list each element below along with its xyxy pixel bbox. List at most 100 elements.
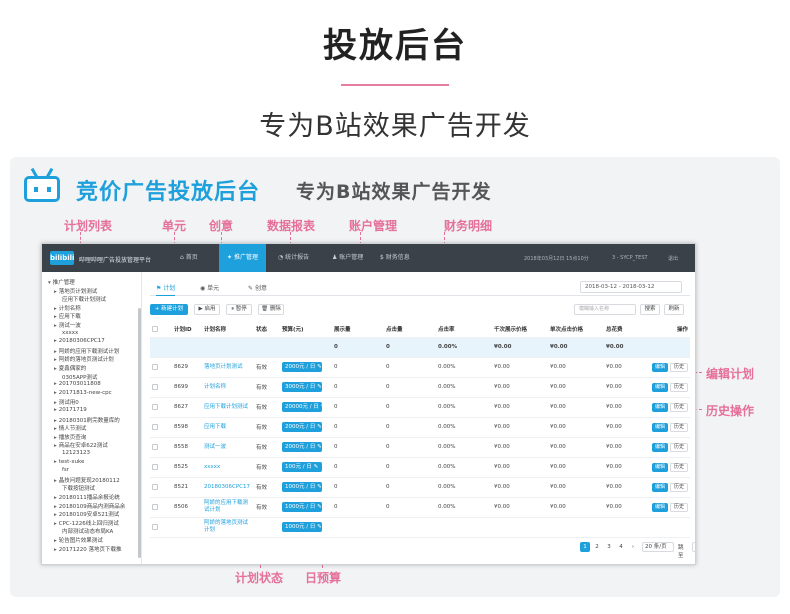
edit-button[interactable]: 编辑 bbox=[651, 442, 668, 452]
history-button[interactable]: 历史 bbox=[669, 362, 688, 372]
tree-item[interactable]: ▸ 20180109商品内测商品余 bbox=[54, 502, 125, 510]
tree-item[interactable]: ▸ 阿娇的落地页测试计划 bbox=[54, 355, 114, 363]
tree-item[interactable]: 12123123 bbox=[54, 450, 90, 456]
row-checkbox[interactable] bbox=[152, 503, 158, 510]
tree-item[interactable]: ▸ 20180306CPC17 bbox=[54, 338, 105, 344]
daily-budget-button[interactable]: 2000元 / 日 ✎ bbox=[282, 422, 322, 432]
pause-button[interactable]: ⏸ 暂停 bbox=[226, 304, 252, 315]
tree-arrow-icon[interactable]: ▸ bbox=[54, 314, 57, 320]
plan-name-link[interactable]: 测试一波 bbox=[202, 437, 254, 458]
tree-item[interactable]: ▸ 落地页计划测试 bbox=[54, 287, 97, 295]
tree-item[interactable]: 内部测试动态布局KA bbox=[54, 527, 113, 535]
tree-arrow-icon[interactable]: ▸ bbox=[54, 443, 57, 449]
tree-arrow-icon[interactable]: ▸ bbox=[54, 289, 57, 295]
tree-item[interactable]: 应用下载计划测试 bbox=[54, 295, 106, 303]
daily-budget-button[interactable]: 1000元 / 日 ✎ bbox=[282, 502, 322, 512]
col-header[interactable]: 状态 bbox=[254, 322, 280, 338]
nav-finance[interactable]: $ 财务信息 bbox=[372, 244, 418, 272]
tree-item[interactable]: xxxxx bbox=[54, 330, 78, 336]
tree-item[interactable]: ▸ 计划名称 bbox=[54, 304, 81, 312]
history-button[interactable]: 历史 bbox=[669, 502, 688, 512]
row-checkbox[interactable] bbox=[152, 523, 158, 530]
row-checkbox[interactable] bbox=[152, 483, 158, 490]
tree-arrow-icon[interactable]: ▸ bbox=[54, 538, 57, 544]
edit-button[interactable]: 编辑 bbox=[651, 402, 668, 412]
tab-unit[interactable]: ◉ 单元 bbox=[200, 282, 219, 296]
plan-name-link[interactable]: 落地页计划测试 bbox=[202, 357, 254, 378]
row-checkbox[interactable] bbox=[152, 463, 158, 470]
tree-item[interactable]: ▸ 20171719 bbox=[54, 407, 87, 413]
nav-account[interactable]: ♟ 账户管理 bbox=[324, 244, 371, 272]
nav-report[interactable]: ◔ 统计报告 bbox=[270, 244, 317, 272]
tree-item[interactable]: ▸ 20171813-new-cpc bbox=[54, 390, 112, 396]
daily-budget-button[interactable]: 1000元 / 日 ✎ bbox=[282, 522, 322, 532]
plan-name-link[interactable]: 计划名称 bbox=[202, 377, 254, 398]
plan-name-link[interactable]: 20180306CPC17 bbox=[202, 477, 254, 498]
tree-arrow-icon[interactable]: ▸ bbox=[54, 323, 57, 329]
tree-arrow-icon[interactable]: ▸ bbox=[54, 400, 57, 406]
edit-button[interactable]: 编辑 bbox=[651, 462, 668, 472]
col-header[interactable]: 总花费 bbox=[604, 322, 644, 338]
plan-name-link[interactable]: xxxxx bbox=[202, 457, 254, 478]
app-logo[interactable]: bilibili bbox=[50, 251, 74, 265]
page-2[interactable]: 2 bbox=[592, 542, 602, 552]
edit-button[interactable]: 编辑 bbox=[651, 422, 668, 432]
row-checkbox[interactable] bbox=[152, 443, 158, 450]
tree-item[interactable]: ▸ 播放页查询 bbox=[54, 433, 86, 441]
tree-arrow-icon[interactable]: ▸ bbox=[54, 306, 57, 312]
tree-arrow-icon[interactable]: ▸ bbox=[54, 349, 57, 355]
daily-budget-button[interactable]: 20000元 / 日 ✎ bbox=[282, 402, 325, 412]
tree-arrow-icon[interactable]: ▸ bbox=[54, 418, 57, 424]
tree-item[interactable]: ▾ 推广管理 bbox=[48, 278, 75, 286]
col-header[interactable]: 点击率 bbox=[436, 322, 492, 338]
tree-arrow-icon[interactable]: ▾ bbox=[48, 280, 51, 286]
tree-item[interactable]: ▸ 测试一波 bbox=[54, 321, 81, 329]
page-3[interactable]: 3 bbox=[604, 542, 614, 552]
tree-arrow-icon[interactable]: ▸ bbox=[54, 381, 57, 387]
tab-creative[interactable]: ✎ 创意 bbox=[248, 282, 267, 296]
plan-name-link[interactable]: 阿娇的落地页测试计划 bbox=[202, 517, 254, 538]
tree-arrow-icon[interactable]: ▸ bbox=[54, 547, 57, 553]
row-checkbox[interactable] bbox=[152, 363, 158, 370]
tab-plan[interactable]: ⚑ 计划 bbox=[156, 282, 176, 296]
edit-button[interactable]: 编辑 bbox=[651, 482, 668, 492]
tree-item[interactable]: ▸ 20180111播品余报论统 bbox=[54, 493, 120, 501]
history-button[interactable]: 历史 bbox=[669, 382, 688, 392]
tree-arrow-icon[interactable]: ▸ bbox=[54, 512, 57, 518]
history-button[interactable]: 历史 bbox=[669, 482, 688, 492]
plan-name-link[interactable]: 应用下载计划测试 bbox=[202, 397, 254, 418]
next-page-button[interactable]: › bbox=[628, 542, 638, 552]
tree-item[interactable]: ▸ 情人节测试 bbox=[54, 424, 86, 432]
row-checkbox[interactable] bbox=[152, 403, 158, 410]
nav-home[interactable]: ⌂ 首页 bbox=[172, 244, 206, 272]
new-plan-button[interactable]: + 新建计划 bbox=[150, 304, 188, 315]
logout-link[interactable]: 退出 bbox=[668, 255, 678, 262]
tree-item[interactable]: ▸ CPC-1226线上回归测试 bbox=[54, 519, 119, 527]
row-checkbox[interactable] bbox=[152, 383, 158, 390]
tree-arrow-icon[interactable]: ▸ bbox=[54, 435, 57, 441]
tree-arrow-icon[interactable]: ▸ bbox=[54, 426, 57, 432]
delete-button[interactable]: 🗑 删除 bbox=[258, 304, 284, 315]
tree-item[interactable]: ▸ 晶技问题复现20180112 bbox=[54, 476, 120, 484]
select-all-checkbox[interactable] bbox=[152, 326, 158, 332]
col-header[interactable]: 单次点击价格 bbox=[548, 322, 604, 338]
tree-item[interactable]: ▸ 夏鑫偶家的 bbox=[54, 364, 86, 372]
sidebar-scrollbar[interactable] bbox=[138, 308, 141, 558]
col-header[interactable]: 计划ID bbox=[172, 322, 202, 338]
row-checkbox[interactable] bbox=[152, 423, 158, 430]
page-4[interactable]: 4 bbox=[616, 542, 626, 552]
tree-arrow-icon[interactable]: ▸ bbox=[54, 338, 57, 344]
tree-arrow-icon[interactable]: ▸ bbox=[54, 478, 57, 484]
page-size-select[interactable]: 20 条/页 bbox=[642, 542, 674, 552]
tree-item[interactable]: ▸ 201703011808 bbox=[54, 381, 101, 387]
daily-budget-button[interactable]: 3000元 / 日 ✎ bbox=[282, 382, 322, 392]
tree-arrow-icon[interactable]: ▸ bbox=[54, 407, 57, 413]
page-1[interactable]: 1 bbox=[580, 542, 590, 552]
tree-item[interactable]: 0305APP测试 bbox=[54, 373, 97, 381]
tree-arrow-icon[interactable]: ▸ bbox=[54, 390, 57, 396]
date-range-picker[interactable]: 2018-03-12 - 2018-03-12 bbox=[580, 281, 682, 293]
tree-item[interactable]: ▸ 测试用0 bbox=[54, 398, 79, 406]
refresh-button[interactable]: 刷新 bbox=[664, 304, 684, 315]
edit-button[interactable]: 编辑 bbox=[651, 382, 668, 392]
goto-page-input[interactable]: 1 bbox=[692, 542, 695, 552]
